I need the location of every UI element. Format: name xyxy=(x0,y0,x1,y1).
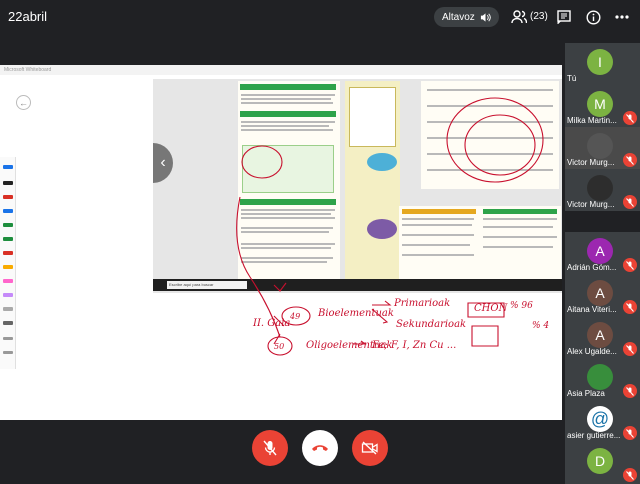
muted-mic-icon xyxy=(623,342,637,356)
avatar: A xyxy=(587,238,613,264)
participant-name: Alex Ugalde... xyxy=(567,347,617,356)
avatar: M xyxy=(587,91,613,117)
avatar: A xyxy=(587,322,613,348)
participant-name: Victor Murg... xyxy=(567,158,615,167)
participant-tile[interactable]: I Tú xyxy=(565,43,640,85)
participant-tile[interactable]: A Adrián Góm... xyxy=(565,232,640,274)
participant-tile[interactable]: Asia Plaza xyxy=(565,358,640,400)
end-call-button[interactable] xyxy=(302,430,338,466)
avatar: I xyxy=(587,49,613,75)
ink-text-sekundarioak: Sekundarioak xyxy=(396,319,467,330)
top-bar: 22abril Altavoz (23) xyxy=(0,0,640,34)
participant-name: Victor Murg... xyxy=(567,200,615,209)
muted-mic-icon xyxy=(623,111,637,125)
muted-mic-icon xyxy=(623,195,637,209)
participant-tile[interactable]: A Alex Ugalde... xyxy=(565,316,640,358)
participant-name: Tú xyxy=(567,74,577,83)
info-icon[interactable] xyxy=(584,8,602,26)
ink-text-bioelementuak: Bioelementuak xyxy=(318,308,394,319)
participant-name: Milka Martin... xyxy=(567,116,617,125)
camera-off-icon xyxy=(361,441,378,455)
speaker-button[interactable]: Altavoz xyxy=(434,7,499,27)
avatar xyxy=(587,175,613,201)
participant-tile[interactable]: A Aitana Viteri... xyxy=(565,274,640,316)
avatar xyxy=(587,364,613,390)
ink-circle-table xyxy=(446,97,544,183)
ink-text-chon: CHON xyxy=(474,303,508,314)
participant-count: (23) xyxy=(530,11,548,22)
mic-off-icon xyxy=(263,440,277,456)
ink-text-50: 50 xyxy=(274,342,285,351)
ink-text-primarioak: Primarioak xyxy=(394,298,451,309)
participant-tile[interactable]: Victor Murg... xyxy=(565,127,640,169)
ink-text-96: % 96 xyxy=(510,301,533,311)
ink-text-line1: II. Gaia xyxy=(253,318,291,329)
call-controls xyxy=(0,426,640,480)
ink-text-49: 49 xyxy=(290,312,301,321)
avatar xyxy=(587,133,613,159)
more-options-icon[interactable] xyxy=(613,8,631,26)
meeting-title: 22abril xyxy=(8,9,48,24)
muted-mic-icon xyxy=(623,384,637,398)
participant-name: Adrián Góm... xyxy=(567,263,617,272)
camera-toggle-button[interactable] xyxy=(352,430,388,466)
muted-mic-icon xyxy=(623,258,637,272)
shared-screen: Microsoft Whiteboard ← Escribe aquí para… xyxy=(0,65,562,420)
speaker-icon xyxy=(480,12,491,22)
people-icon[interactable] xyxy=(510,8,528,26)
participant-name: Asia Plaza xyxy=(567,389,605,398)
ink-text-elements: Fe; F, I, Zn Cu ... xyxy=(372,340,457,351)
microphone-toggle-button[interactable] xyxy=(252,430,288,466)
hang-up-icon xyxy=(312,445,328,451)
avatar: A xyxy=(587,280,613,306)
muted-mic-icon xyxy=(623,153,637,167)
ink-arrow-line xyxy=(236,196,281,338)
participant-tile[interactable]: Victor Murg... xyxy=(565,169,640,211)
participant-name: Aitana Viteri... xyxy=(567,305,617,314)
speaker-label: Altavoz xyxy=(442,11,475,23)
ink-circle xyxy=(241,145,283,179)
participant-tile[interactable]: M Milka Martin... xyxy=(565,85,640,127)
ink-text-4: % 4 xyxy=(532,321,550,331)
muted-mic-icon xyxy=(623,300,637,314)
ink-annotations xyxy=(236,97,544,356)
chat-icon[interactable] xyxy=(555,8,573,26)
